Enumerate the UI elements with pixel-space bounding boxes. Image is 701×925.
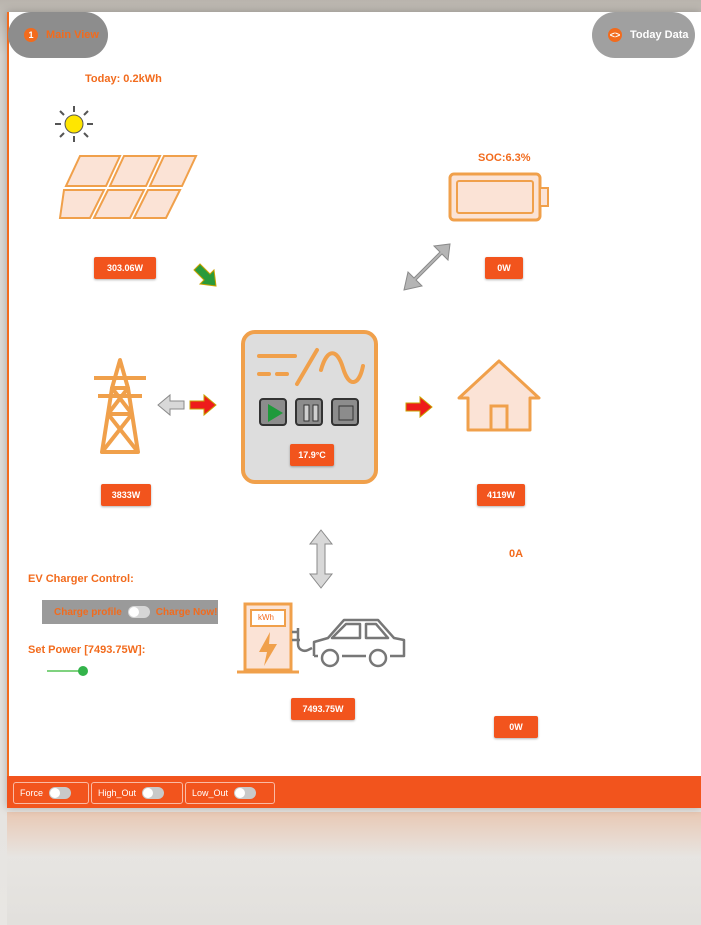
main-view-number: 1 (24, 28, 38, 42)
solar-today-label: Today: 0.2kWh (85, 73, 162, 85)
inverter-temperature-badge: 17.9°C (290, 444, 334, 466)
pause-button[interactable] (295, 398, 323, 426)
bottom-control-bar: Force High_Out Low_Out (7, 776, 701, 808)
battery-flow-arrow-icon (403, 243, 451, 291)
ev-control-title: EV Charger Control: (28, 573, 134, 585)
high-out-switch[interactable] (142, 787, 165, 799)
force-toggle[interactable]: Force (13, 782, 89, 804)
ev-flow-arrow-icon (308, 529, 334, 589)
main-view-tab[interactable]: 1 Main View (8, 12, 108, 58)
ev-charger-kwh-label: kWh (258, 613, 274, 622)
high-out-toggle[interactable]: High_Out (91, 782, 183, 804)
low-out-toggle[interactable]: Low_Out (185, 782, 275, 804)
inverter-panel: 17.9°C (241, 330, 378, 484)
ev-secondary-power-badge: 0W (494, 716, 538, 738)
grid-export-arrow-icon (157, 393, 185, 417)
house-flow-arrow-icon (405, 395, 433, 419)
main-view-label: Main View (46, 29, 99, 41)
play-button[interactable] (259, 398, 287, 426)
dc-ac-symbol-icon (257, 348, 365, 386)
code-icon: <> (608, 28, 622, 42)
high-out-label: High_Out (98, 788, 137, 798)
panel-reflection (7, 812, 701, 925)
ev-power-badge: 7493.75W (291, 698, 355, 720)
ev-current-label: 0A (509, 548, 524, 560)
battery-power-badge: 0W (485, 257, 523, 279)
house-icon (457, 359, 541, 432)
sun-icon (55, 106, 93, 142)
car-icon (292, 618, 406, 668)
force-label: Force (20, 788, 44, 798)
grid-power-badge: 3833W (101, 484, 151, 506)
solar-flow-arrow-icon (193, 263, 217, 287)
power-tower-icon (94, 358, 146, 454)
ev-set-power-label: Set Power [7493.75W]: (28, 644, 146, 656)
solar-power-badge: 303.06W (94, 257, 156, 279)
charge-profile-label: Charge profile (54, 606, 122, 618)
low-out-label: Low_Out (192, 788, 229, 798)
house-power-badge: 4119W (477, 484, 525, 506)
battery-soc-label: SOC:6.3% (478, 152, 531, 164)
pause-icon (303, 404, 319, 422)
ev-charge-mode-toggle[interactable]: Charge profile Charge Now! (42, 600, 218, 624)
force-switch[interactable] (49, 787, 72, 799)
grid-import-arrow-icon (189, 393, 217, 417)
low-out-switch[interactable] (234, 787, 257, 799)
stop-button[interactable] (331, 398, 359, 426)
ev-power-slider-knob[interactable] (78, 666, 88, 676)
battery-icon (448, 172, 549, 222)
today-data-label: Today Data (630, 29, 689, 41)
stop-icon (338, 405, 354, 421)
solar-panel-icon (58, 155, 198, 219)
charge-now-label: Charge Now! (155, 606, 218, 618)
charge-mode-switch[interactable] (127, 606, 150, 618)
play-icon (268, 404, 283, 422)
today-data-button[interactable]: <> Today Data (592, 12, 695, 58)
